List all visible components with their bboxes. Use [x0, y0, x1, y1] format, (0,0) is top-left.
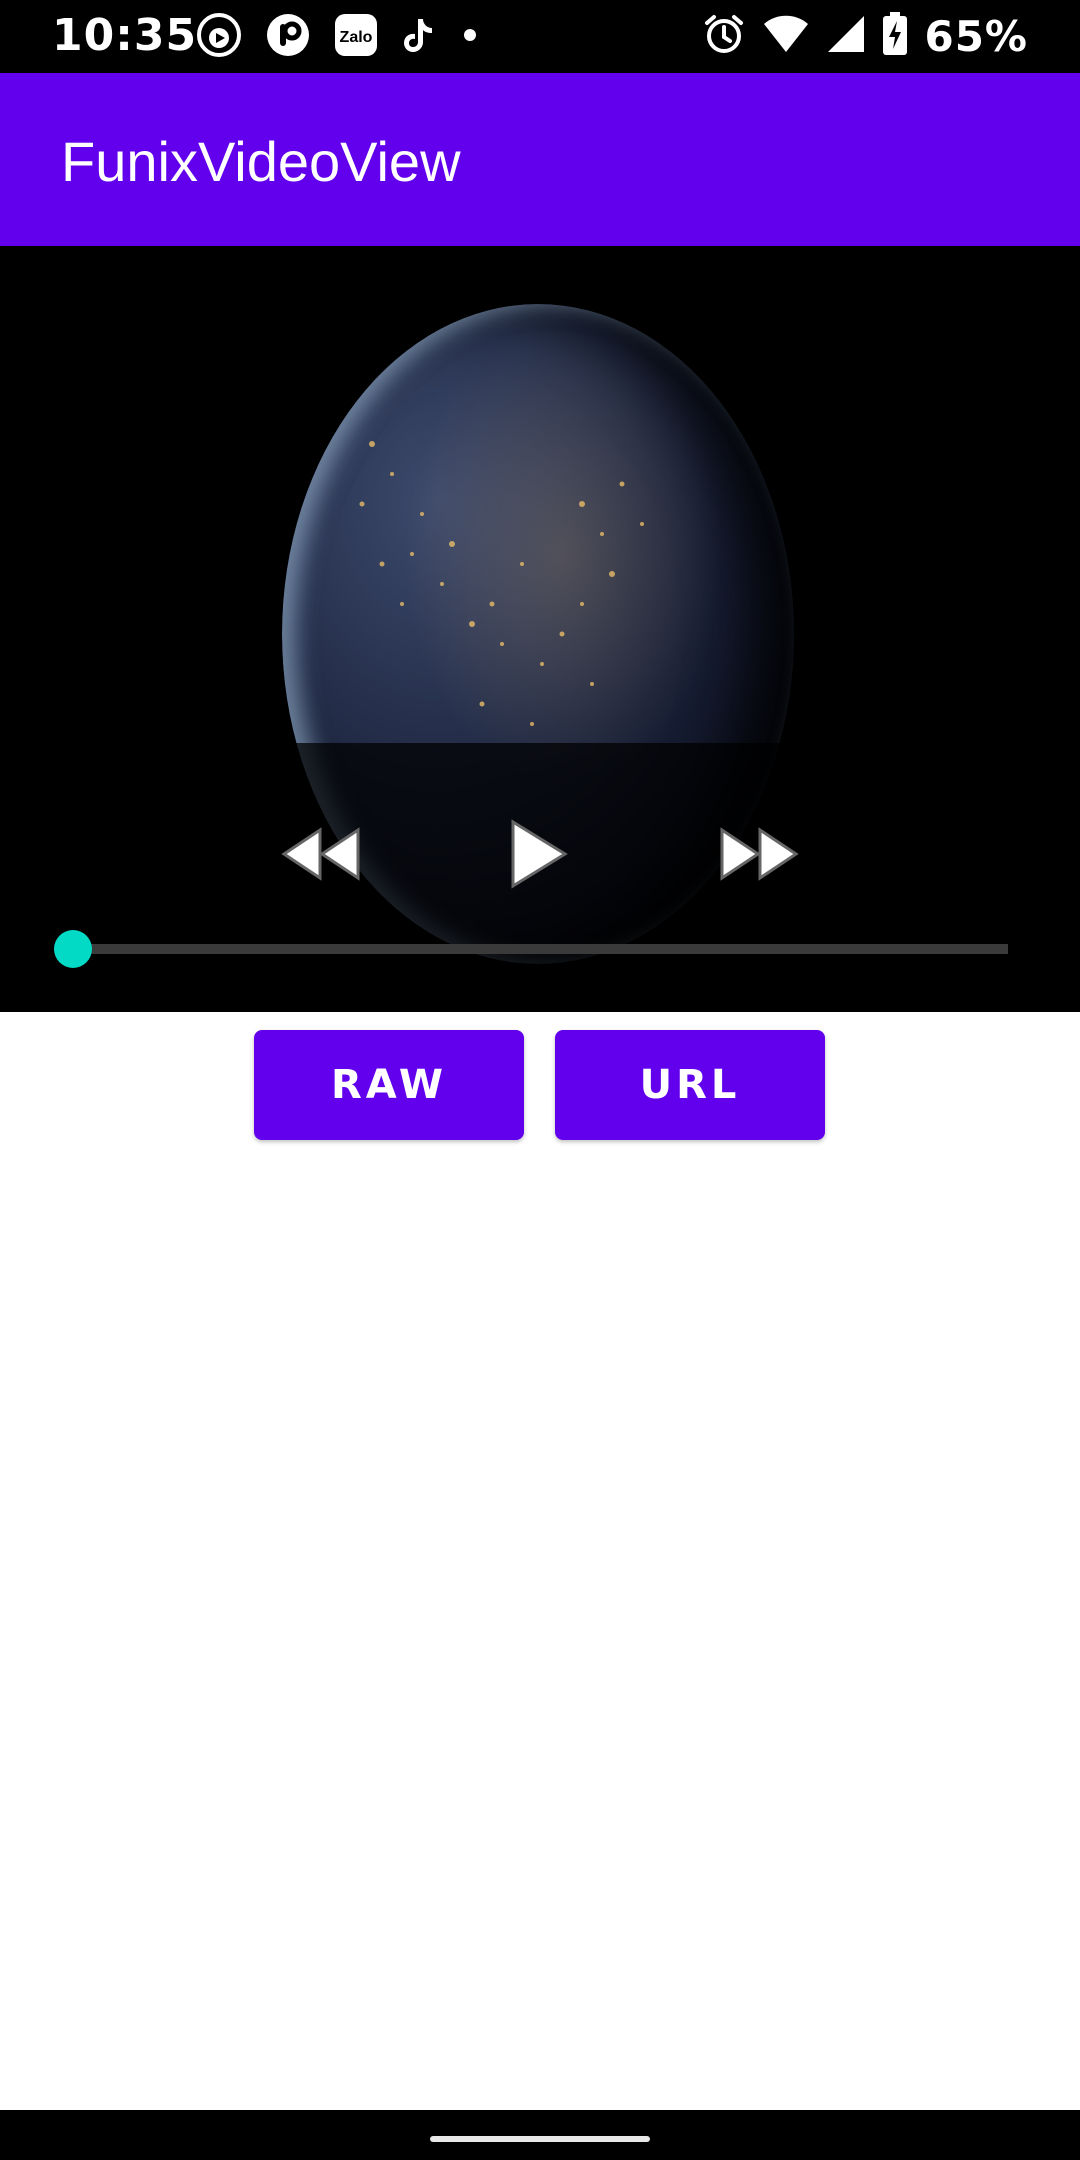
status-bar: 10:35 Zalo 65% — [0, 0, 1080, 73]
pixel-app-icon — [266, 13, 310, 62]
notification-icons: Zalo — [196, 12, 480, 63]
home-gesture-handle[interactable] — [430, 2136, 650, 2142]
zalo-label: Zalo — [340, 29, 373, 46]
url-button[interactable]: URL — [555, 1030, 825, 1140]
alarm-icon — [702, 12, 746, 61]
seek-thumb[interactable] — [54, 930, 92, 968]
fast-forward-icon — [720, 827, 799, 881]
seek-track — [72, 944, 1008, 954]
signal-icon — [826, 14, 866, 59]
battery-charging-icon — [882, 11, 908, 61]
play-icon — [511, 819, 568, 889]
battery-percent: 65% — [924, 11, 1028, 61]
video-view[interactable] — [0, 246, 1080, 1012]
zalo-icon: Zalo — [334, 13, 378, 62]
seek-bar[interactable] — [54, 930, 1008, 968]
screen: 10:35 Zalo 65% FunixVideoView RAW URL — [0, 0, 1080, 2160]
status-time: 10:35 — [52, 10, 198, 61]
page-title: FunixVideoView — [61, 130, 461, 193]
wifi-icon — [762, 14, 810, 59]
play-button[interactable] — [490, 806, 586, 902]
fast-forward-button[interactable] — [710, 806, 806, 902]
dot-icon — [460, 25, 480, 50]
raw-button[interactable]: RAW — [254, 1030, 524, 1140]
app-bar: FunixVideoView — [0, 73, 1080, 246]
system-icons: 65% — [702, 10, 1028, 62]
rewind-button[interactable] — [274, 806, 370, 902]
podcast-icon — [196, 12, 242, 63]
navigation-bar — [0, 2110, 1080, 2160]
rewind-icon — [281, 827, 360, 881]
tiktok-icon — [402, 15, 436, 60]
